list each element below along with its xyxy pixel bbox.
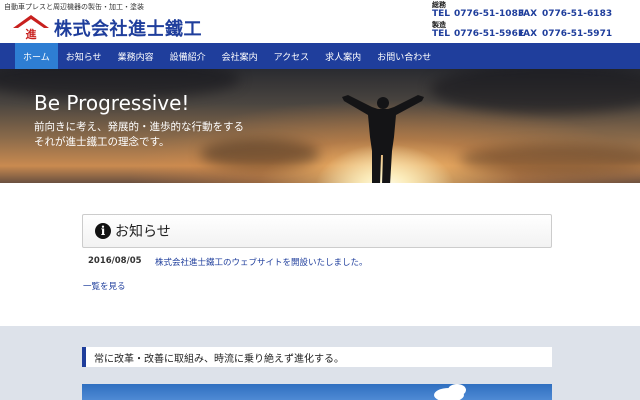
hero-banner: Be Progressive! 前向きに考え、発展的・進歩的な行動をする それが… <box>0 69 640 183</box>
hero-person-silhouette <box>342 95 424 183</box>
hero-cloud <box>460 144 640 174</box>
nav-item-contact[interactable]: お問い合わせ <box>369 43 439 69</box>
nav-item-equipment[interactable]: 設備紹介 <box>162 43 214 69</box>
hero-title: Be Progressive! <box>34 91 190 115</box>
news-heading: お知らせ <box>115 224 171 240</box>
logo-roof-shape <box>13 15 49 28</box>
philosophy-heading: 常に改革・改善に取組み、時流に乗り絶えず進化する。 <box>82 347 552 367</box>
news-date: 2016/08/05 <box>88 256 142 266</box>
site-tagline: 自動車プレスと周辺機器の製缶・加工・塗装 <box>4 3 144 11</box>
tel-number[interactable]: 0776-51-5961 <box>454 29 524 40</box>
logo-mark: 進 <box>26 27 38 40</box>
company-logo[interactable]: 進 <box>10 14 52 40</box>
tel-label: TEL <box>432 9 451 19</box>
nav-item-recruit[interactable]: 求人案内 <box>317 43 369 69</box>
site-header: 自動車プレスと周辺機器の製缶・加工・塗装 進 株式会社進士鐵工 総務 TEL 07… <box>0 0 640 42</box>
news-header-box: i お知らせ <box>82 214 552 248</box>
contact-info: 総務 TEL 0776-51-1083FAX 0776-51-6183 製造 TEL… <box>432 1 632 41</box>
photo-cloud <box>448 384 466 396</box>
sky-photo <box>82 384 552 400</box>
fax-number: 0776-51-6183 <box>542 9 613 19</box>
nav-item-home[interactable]: ホーム <box>15 43 58 69</box>
tel-number[interactable]: 0776-51-1083 <box>454 9 524 20</box>
news-more-link[interactable]: 一覧を見る <box>83 280 126 292</box>
company-name[interactable]: 株式会社進士鐵工 <box>54 19 202 41</box>
contact-label-seizou: 製造 <box>432 21 446 29</box>
hero-subtitle-line: 前向きに考え、発展的・進歩的な行動をする <box>34 121 244 133</box>
contact-label-soumu: 総務 <box>432 1 446 9</box>
main-nav: ホーム お知らせ 業務内容 設備紹介 会社案内 アクセス 求人案内 お問い合わせ <box>0 43 640 69</box>
nav-item-company[interactable]: 会社案内 <box>214 43 266 69</box>
info-icon: i <box>95 223 111 239</box>
nav-item-news[interactable]: お知らせ <box>58 43 110 69</box>
fax-number: 0776-51-5971 <box>542 29 613 39</box>
nav-item-access[interactable]: アクセス <box>266 43 318 69</box>
tel-label: TEL <box>432 29 451 39</box>
contact-line-seizou: TEL 0776-51-5961FAX 0776-51-5971 <box>432 29 632 41</box>
news-item-link[interactable]: 株式会社進士鐵工のウェブサイトを開設いたしました。 <box>155 256 368 268</box>
hero-subtitle: 前向きに考え、発展的・進歩的な行動をする それが進士鐵工の理念です。 <box>34 120 244 150</box>
nav-item-business[interactable]: 業務内容 <box>110 43 162 69</box>
fax-label: FAX <box>518 29 538 39</box>
contact-line-soumu: TEL 0776-51-1083FAX 0776-51-6183 <box>432 9 632 21</box>
hero-cloud <box>430 69 640 114</box>
hero-subtitle-line: それが進士鐵工の理念です。 <box>34 136 170 148</box>
fax-label: FAX <box>518 9 538 19</box>
